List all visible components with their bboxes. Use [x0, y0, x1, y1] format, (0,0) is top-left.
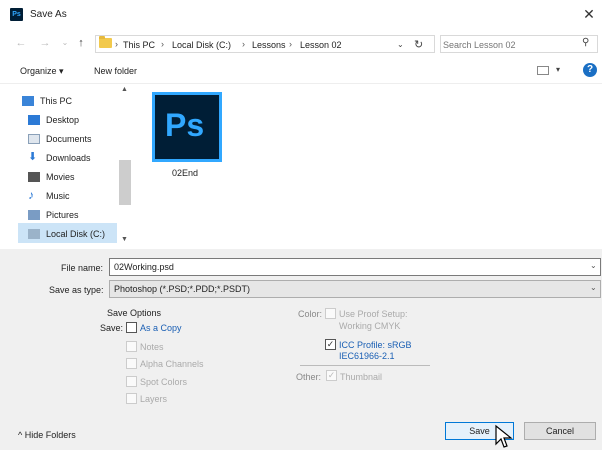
title-bar	[0, 0, 602, 28]
chevron-right-icon: ›	[161, 39, 164, 49]
icc-profile-label[interactable]: ICC Profile: sRGB	[339, 340, 412, 350]
window-title: Save As	[30, 9, 67, 20]
spot-colors-checkbox	[126, 376, 137, 387]
chevron-right-icon: ›	[289, 39, 292, 49]
folder-icon	[99, 36, 112, 48]
breadcrumb-lesson-02[interactable]: Lesson 02	[300, 40, 342, 50]
pictures-icon	[28, 210, 40, 220]
hide-folders-button[interactable]: ^ Hide Folders	[18, 430, 76, 440]
music-icon: ♪	[28, 188, 34, 202]
breadcrumb-this-pc[interactable]: This PC	[123, 40, 155, 50]
file-name-dropdown-icon[interactable]: ⌄	[590, 261, 597, 270]
search-input[interactable]	[443, 38, 578, 51]
psd-file-icon[interactable]: Ps	[152, 92, 222, 162]
documents-icon	[28, 134, 40, 144]
thumbnail-checkbox: ✓	[326, 370, 337, 381]
file-name-field-label: File name:	[61, 263, 104, 273]
new-folder-button[interactable]: New folder	[94, 66, 137, 76]
chevron-right-icon: ›	[115, 39, 118, 49]
working-cmyk-label: Working CMYK	[339, 321, 401, 331]
help-icon[interactable]: ?	[583, 63, 597, 77]
notes-checkbox	[126, 341, 137, 352]
chevron-right-icon: ›	[242, 39, 245, 49]
save-as-type-label: Save as type:	[49, 285, 104, 295]
scroll-up-icon[interactable]: ▲	[121, 86, 128, 93]
computer-icon	[22, 96, 34, 106]
notes-label: Notes	[140, 342, 164, 352]
desktop-icon	[28, 115, 40, 125]
as-a-copy-label[interactable]: As a Copy	[140, 323, 182, 333]
alpha-channels-checkbox	[126, 358, 137, 369]
spot-colors-label: Spot Colors	[140, 377, 188, 387]
photoshop-app-icon: Ps	[10, 8, 23, 21]
address-dropdown-icon[interactable]: ⌄	[397, 40, 404, 49]
up-arrow-icon[interactable]: ↑	[74, 36, 88, 50]
disk-icon	[28, 229, 40, 239]
divider	[300, 365, 430, 366]
color-label: Color:	[298, 309, 323, 319]
movies-icon	[28, 172, 40, 182]
view-icon[interactable]	[537, 66, 549, 75]
icc-profile-checkbox[interactable]: ✓	[325, 339, 336, 350]
save-label: Save:	[100, 323, 124, 333]
recent-dropdown-icon[interactable]: ⌄	[58, 36, 72, 50]
save-as-type-dropdown-icon[interactable]: ⌄	[590, 283, 597, 292]
file-name-input[interactable]	[109, 258, 601, 276]
icc-profile-label-line2: IEC61966-2.1	[339, 351, 395, 361]
cancel-button[interactable]: Cancel	[524, 422, 596, 440]
organize-button[interactable]: Organize ▾	[20, 66, 64, 77]
downloads-icon: ⬇	[28, 151, 38, 163]
back-arrow-icon[interactable]: ←	[14, 36, 28, 50]
as-a-copy-checkbox[interactable]	[126, 322, 137, 333]
alpha-channels-label: Alpha Channels	[140, 359, 204, 369]
refresh-icon[interactable]: ↻	[414, 38, 423, 51]
layers-label: Layers	[140, 394, 168, 404]
command-bar	[0, 60, 602, 84]
save-options-heading: Save Options	[107, 308, 162, 318]
close-icon[interactable]: ✕	[580, 5, 598, 23]
forward-arrow-icon[interactable]: →	[38, 36, 52, 50]
breadcrumb-lessons[interactable]: Lessons	[252, 40, 286, 50]
scroll-down-icon[interactable]: ▼	[121, 236, 128, 243]
chevron-up-icon: ^	[18, 430, 23, 440]
file-name-label[interactable]: 02End	[172, 168, 198, 178]
breadcrumb-local-disk[interactable]: Local Disk (C:)	[172, 40, 231, 50]
other-label: Other:	[296, 372, 322, 382]
use-proof-setup-checkbox	[325, 308, 336, 319]
thumbnail-label: Thumbnail	[340, 372, 383, 382]
scrollbar-thumb[interactable]	[119, 160, 131, 205]
view-dropdown-icon[interactable]: ▾	[556, 65, 560, 74]
use-proof-setup-label: Use Proof Setup:	[339, 309, 408, 319]
search-icon[interactable]: ⚲	[582, 37, 589, 48]
layers-checkbox	[126, 393, 137, 404]
save-as-type-select[interactable]: Photoshop (*.PSD;*.PDD;*.PSDT)	[109, 280, 601, 298]
mouse-cursor-icon	[495, 424, 513, 448]
